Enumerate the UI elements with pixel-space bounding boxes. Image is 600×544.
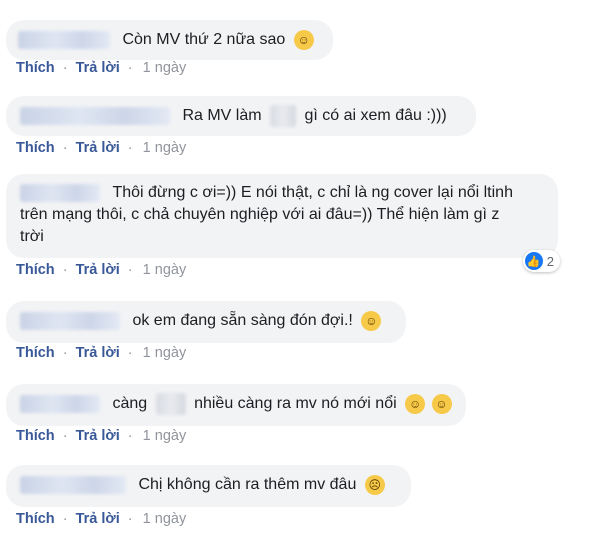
like-link[interactable]: Thích: [16, 428, 55, 444]
reply-link[interactable]: Trả lời: [76, 345, 120, 361]
comment-bubble: Ra MV làm gì có ai xem đâu :))): [6, 96, 476, 136]
comment-text: Còn MV thứ 2 nữa sao: [122, 31, 286, 48]
blurred-author-name: [20, 107, 170, 125]
blurred-author-name: [20, 312, 120, 330]
comment-actions: Thích · Trả lời · 1 ngày: [16, 428, 187, 444]
timestamp[interactable]: 1 ngày: [143, 345, 187, 361]
rolling-laughing-icon: ☺: [405, 394, 426, 414]
timestamp[interactable]: 1 ngày: [143, 511, 187, 527]
comment-actions: Thích · Trả lời · 1 ngày: [16, 262, 187, 278]
timestamp[interactable]: 1 ngày: [143, 60, 187, 76]
comment-bubble: Thôi đừng c ơi=)) E nói thật, c chỉ là n…: [6, 174, 558, 258]
reply-link[interactable]: Trả lời: [76, 60, 120, 76]
grinning-face-icon: ☺: [293, 30, 314, 50]
comment-actions: Thích · Trả lời · 1 ngày: [16, 511, 187, 527]
blurred-author-name: [18, 31, 110, 49]
blurred-author-name: [20, 184, 100, 202]
comment-text-line: trên mạng thôi, c chả chuyên nghiệp với …: [20, 206, 500, 224]
comment-text-line: trời: [20, 228, 44, 246]
like-link[interactable]: Thích: [16, 140, 55, 156]
comment-actions: Thích · Trả lời · 1 ngày: [16, 60, 187, 76]
timestamp[interactable]: 1 ngày: [143, 262, 187, 278]
comment-bubble: ok em đang sẵn sàng đón đợi.! ☺: [6, 301, 406, 343]
reaction-count[interactable]: 👍 2: [522, 250, 560, 272]
blurred-word: [155, 393, 186, 415]
reply-link[interactable]: Trả lời: [76, 511, 120, 527]
comment-actions: Thích · Trả lời · 1 ngày: [16, 140, 187, 156]
like-icon: 👍: [524, 252, 543, 270]
blurred-author-name: [20, 395, 100, 413]
like-link[interactable]: Thích: [16, 345, 55, 361]
like-link[interactable]: Thích: [16, 511, 55, 527]
comment-bubble: càng nhiều càng ra mv nó mới nổi ☺ ☺: [6, 384, 466, 426]
timestamp[interactable]: 1 ngày: [143, 140, 187, 156]
reply-link[interactable]: Trả lời: [76, 140, 120, 156]
like-link[interactable]: Thích: [16, 262, 55, 278]
comment-bubble: Còn MV thứ 2 nữa sao ☺: [6, 20, 333, 60]
blurred-author-name: [20, 476, 126, 494]
comment-actions: Thích · Trả lời · 1 ngày: [16, 345, 187, 361]
disappointed-face-icon: ☹: [364, 475, 385, 495]
like-link[interactable]: Thích: [16, 60, 55, 76]
rolling-laughing-icon: ☺: [431, 394, 452, 414]
reply-link[interactable]: Trả lời: [76, 262, 120, 278]
reply-link[interactable]: Trả lời: [76, 428, 120, 444]
blurred-word: [270, 105, 297, 127]
comment-bubble: Chị không cần ra thêm mv đâu ☹: [6, 465, 411, 507]
timestamp[interactable]: 1 ngày: [143, 428, 187, 444]
grinning-smile-icon: ☺: [361, 311, 382, 331]
